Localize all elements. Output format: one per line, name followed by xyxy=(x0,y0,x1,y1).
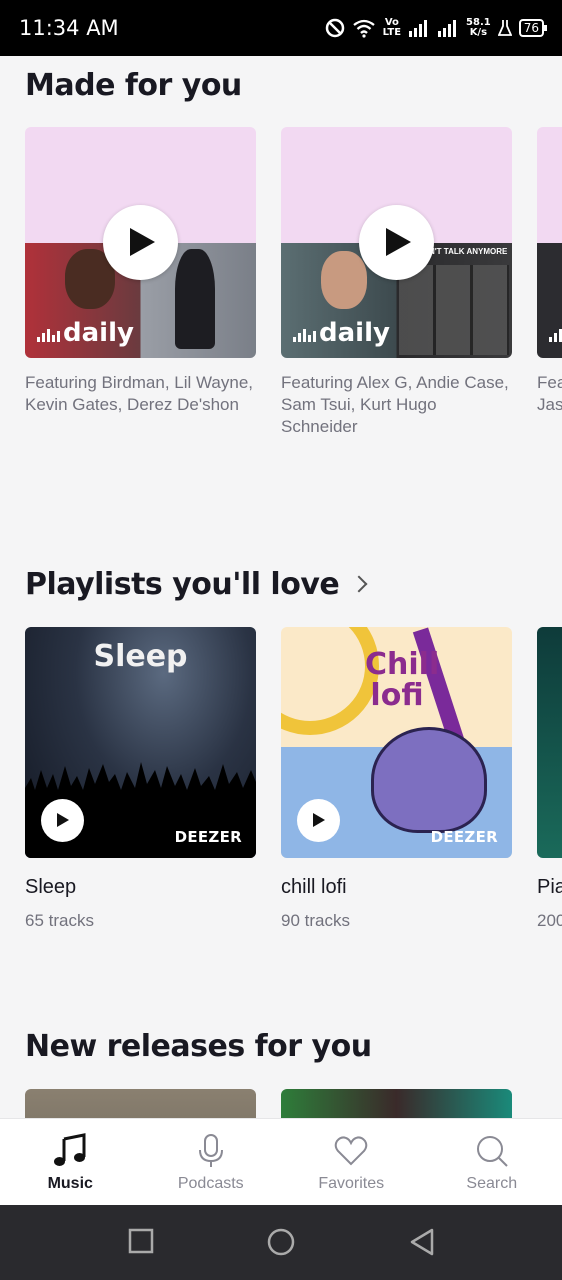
play-icon xyxy=(130,228,155,256)
track-count: 90 tracks xyxy=(281,911,350,930)
home-feed[interactable]: Made for you daily Featuring Birdman, Li… xyxy=(0,56,562,1118)
bottom-navigation: Music Podcasts Favorites Search xyxy=(0,1118,562,1206)
wifi-icon xyxy=(352,19,375,38)
nav-podcasts[interactable]: Podcasts xyxy=(141,1119,282,1206)
play-button[interactable] xyxy=(359,205,434,280)
lab-flask-icon xyxy=(497,20,512,36)
microphone-icon xyxy=(198,1134,223,1167)
nav-favorites[interactable]: Favorites xyxy=(281,1119,422,1206)
daily-label: daily xyxy=(37,318,134,348)
card-subtitle: Fea Jas xyxy=(537,373,562,414)
status-icons: Vo LTE 58.1 K/s 76 xyxy=(325,14,548,42)
status-time: 11:34 AM xyxy=(19,16,119,40)
deezer-bars-icon xyxy=(293,328,316,342)
track-count: 65 tracks xyxy=(25,911,94,930)
playlist-cover[interactable]: Sleep DEEZER xyxy=(25,627,256,858)
chevron-right-icon xyxy=(350,575,368,593)
mix-cover[interactable]: daily xyxy=(25,127,256,358)
battery-indicator: 76 xyxy=(518,19,548,37)
daily-label xyxy=(549,328,562,348)
playlist-title: Sleep xyxy=(25,876,77,898)
cover-title: Sleep xyxy=(93,639,188,674)
play-button[interactable] xyxy=(103,205,178,280)
flow-card-2[interactable]: N'T TALK ANYMORE daily Featuring Alex G,… xyxy=(281,127,512,438)
play-icon xyxy=(386,228,411,256)
daily-label: daily xyxy=(293,318,390,348)
play-icon xyxy=(313,813,325,827)
track-count: 200 xyxy=(537,911,562,930)
music-note-icon xyxy=(54,1133,86,1166)
playlist-title: Pia xyxy=(537,876,562,898)
search-icon xyxy=(476,1136,508,1167)
release-card-1[interactable] xyxy=(25,1089,256,1118)
playlist-card-chill-lofi[interactable]: Chill lofi DEEZER chill lofi 90 tracks xyxy=(281,627,512,931)
heart-icon xyxy=(334,1136,368,1166)
home-icon[interactable] xyxy=(266,1227,296,1257)
play-icon xyxy=(57,813,69,827)
section-title-playlists[interactable]: Playlists you'll love xyxy=(25,567,368,602)
signal-icon-2 xyxy=(438,20,457,37)
recent-apps-icon[interactable] xyxy=(127,1227,155,1255)
deezer-bars-icon xyxy=(37,328,60,342)
do-not-disturb-icon xyxy=(325,18,344,38)
nav-music[interactable]: Music xyxy=(0,1119,141,1206)
playlist-cover[interactable]: Chill lofi DEEZER xyxy=(281,627,512,858)
playlist-card-3[interactable]: Pia 200 xyxy=(537,627,562,931)
deezer-logo: DEEZER xyxy=(174,828,242,846)
playlist-cover[interactable] xyxy=(537,627,562,858)
section-title-new-releases: New releases for you xyxy=(25,1029,372,1064)
system-navigation-bar xyxy=(0,1205,562,1280)
play-button[interactable] xyxy=(297,799,340,842)
release-cover[interactable] xyxy=(25,1089,256,1118)
playlist-title: chill lofi xyxy=(281,876,347,898)
flow-card-1[interactable]: daily Featuring Birdman, Lil Wayne, Kevi… xyxy=(25,127,256,416)
section-title-made-for-you: Made for you xyxy=(25,68,242,103)
release-card-2[interactable] xyxy=(281,1089,512,1118)
mix-cover[interactable]: N'T TALK ANYMORE daily xyxy=(281,127,512,358)
play-button[interactable] xyxy=(41,799,84,842)
back-icon[interactable] xyxy=(408,1227,436,1257)
mix-cover[interactable] xyxy=(537,127,562,358)
card-subtitle: Featuring Alex G, Andie Case, Sam Tsui, … xyxy=(281,373,509,436)
playlist-card-sleep[interactable]: Sleep DEEZER Sleep 65 tracks xyxy=(25,627,256,931)
network-speed: 58.1 K/s xyxy=(466,17,491,38)
volte-indicator: Vo LTE xyxy=(382,17,402,38)
deezer-logo: DEEZER xyxy=(430,828,498,846)
nav-search[interactable]: Search xyxy=(422,1119,562,1206)
flow-card-3[interactable]: Fea Jas xyxy=(537,127,562,416)
release-cover[interactable] xyxy=(281,1089,512,1118)
cover-title: Chill lofi xyxy=(365,647,440,713)
deezer-bars-icon xyxy=(549,328,562,342)
status-bar: 11:34 AM Vo LTE 58.1 K/s 76 xyxy=(0,0,562,56)
signal-icon xyxy=(409,20,428,37)
card-subtitle: Featuring Birdman, Lil Wayne, Kevin Gate… xyxy=(25,373,254,414)
